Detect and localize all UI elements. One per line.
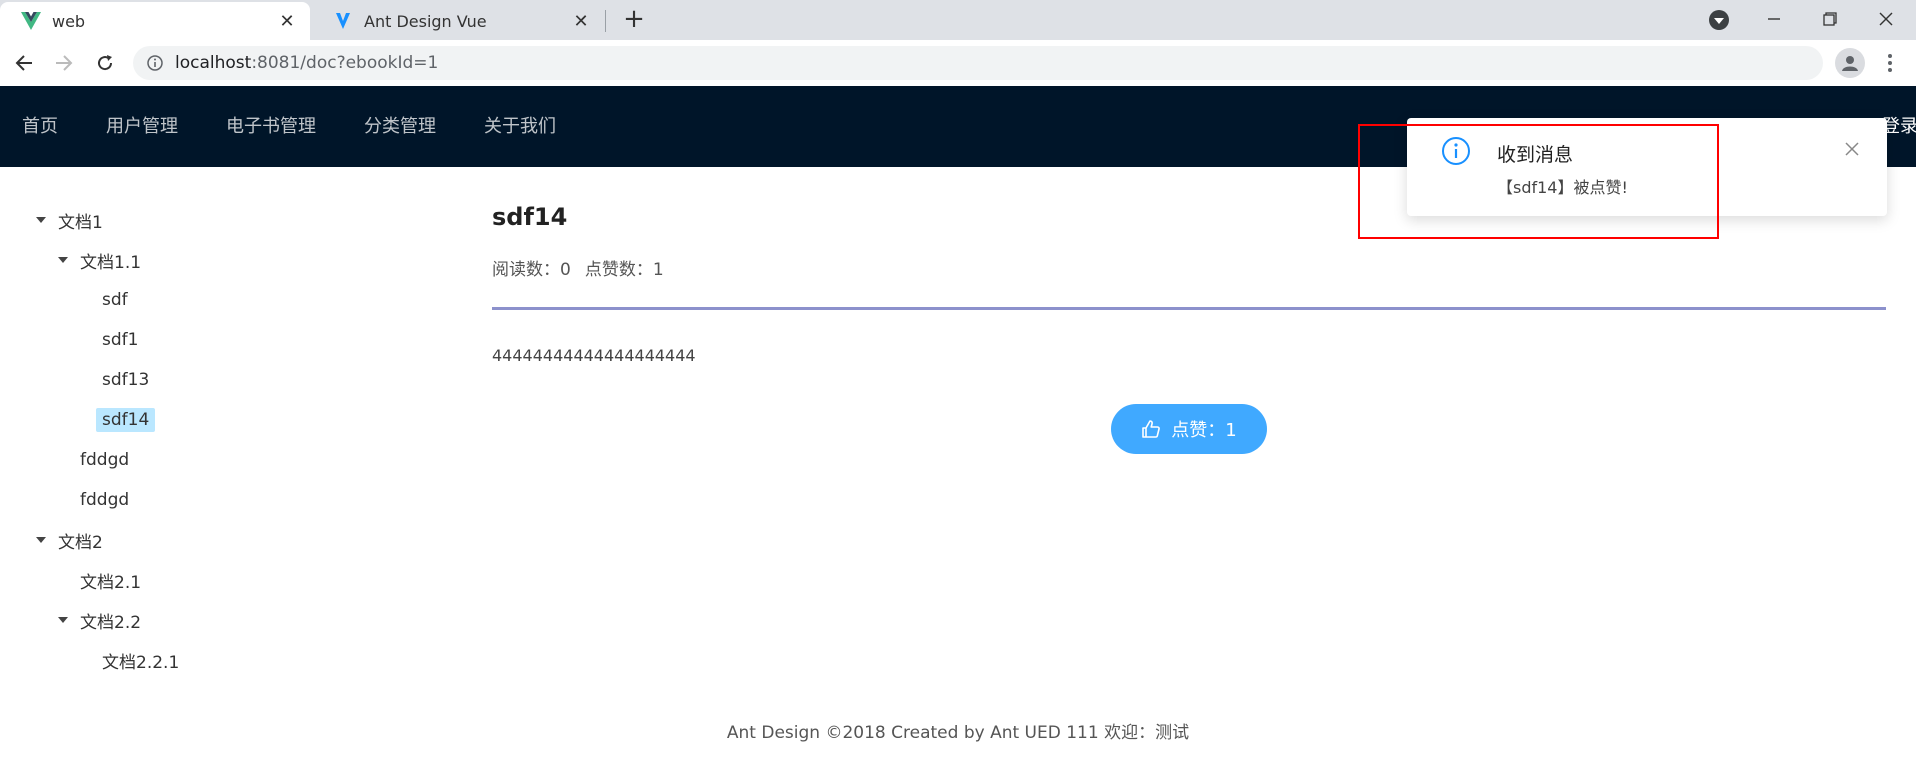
- tree-node[interactable]: 文档2.2: [52, 604, 147, 636]
- browser-menu-icon[interactable]: [1880, 50, 1900, 76]
- tree-node-label[interactable]: 文档1.1: [74, 246, 147, 275]
- url-path: :8081/doc?ebookId=1: [251, 53, 439, 73]
- url-text[interactable]: localhost:8081/doc?ebookId=1: [175, 53, 438, 73]
- address-bar[interactable]: localhost:8081/doc?ebookId=1: [133, 46, 1823, 80]
- login-link[interactable]: 登录: [1882, 86, 1916, 167]
- window-close-icon[interactable]: [1864, 4, 1908, 34]
- doc-divider: [492, 307, 1886, 310]
- account-avatar-icon[interactable]: [1835, 48, 1865, 78]
- tree-node-label[interactable]: fddgd: [74, 448, 135, 472]
- tree-node-label[interactable]: 文档2.1: [74, 566, 147, 595]
- url-host: localhost: [175, 53, 252, 73]
- top-nav-menu: 首页 用户管理 电子书管理 分类管理 关于我们: [0, 86, 580, 167]
- tree-node[interactable]: sdf13: [74, 364, 155, 396]
- tree-node[interactable]: sdf: [74, 284, 134, 316]
- tab-title: Ant Design Vue: [364, 11, 487, 31]
- view-count: 阅读数：0: [492, 260, 571, 280]
- ant-design-logo-icon: [332, 10, 354, 32]
- tree-node-label[interactable]: 文档1: [52, 206, 109, 235]
- tab-close-icon[interactable]: ✕: [570, 10, 592, 32]
- restore-icon[interactable]: [1808, 4, 1852, 34]
- like-button[interactable]: 点赞：1: [1111, 404, 1267, 454]
- tree-node[interactable]: fddgd: [52, 444, 135, 476]
- new-tab-plus-icon[interactable]: +: [620, 6, 648, 34]
- menu-item-home[interactable]: 首页: [0, 86, 82, 167]
- tree-node-label[interactable]: sdf1: [96, 328, 144, 352]
- tree-node-label[interactable]: 文档2.2.1: [96, 646, 185, 675]
- caret-down-icon[interactable]: [30, 524, 52, 556]
- doc-content: 44444444444444444444: [492, 346, 696, 365]
- menu-item-ebooks[interactable]: 电子书管理: [202, 86, 340, 167]
- tree-node-label[interactable]: 文档2: [52, 526, 109, 555]
- tree-node-label[interactable]: sdf14: [96, 408, 156, 432]
- menu-item-users[interactable]: 用户管理: [82, 86, 202, 167]
- tree-node-label[interactable]: sdf13: [96, 368, 155, 392]
- tree-node[interactable]: 文档2: [30, 524, 109, 556]
- like-button-label: 点赞：1: [1171, 420, 1237, 441]
- menu-item-about[interactable]: 关于我们: [460, 86, 580, 167]
- tree-node[interactable]: 文档1.1: [52, 244, 147, 276]
- browser-tab-bar: web ✕ Ant Design Vue ✕ +: [0, 0, 1916, 40]
- tab-separator: [605, 10, 606, 32]
- notification-description: 【sdf14】被点赞!: [1497, 178, 1628, 197]
- doc-stats: 阅读数：0 点赞数：1: [492, 255, 678, 280]
- tree-node-label[interactable]: 文档2.2: [74, 606, 147, 635]
- thumbs-up-icon: [1142, 420, 1161, 438]
- footer: Ant Design ©2018 Created by Ant UED 111 …: [726, 723, 1190, 743]
- tab-title: web: [52, 11, 86, 31]
- notification-popup: 收到消息 【sdf14】被点赞!: [1407, 118, 1887, 216]
- tree-node-label[interactable]: fddgd: [74, 488, 135, 512]
- back-arrow-icon[interactable]: [10, 49, 38, 77]
- caret-down-icon[interactable]: [52, 244, 74, 276]
- tree-node-label[interactable]: sdf: [96, 288, 134, 312]
- notification-title: 收到消息: [1497, 144, 1574, 166]
- reload-icon[interactable]: [91, 49, 119, 77]
- site-info-icon[interactable]: [147, 55, 163, 71]
- caret-down-icon[interactable]: [52, 604, 74, 636]
- browser-toolbar: localhost:8081/doc?ebookId=1: [0, 40, 1916, 86]
- menu-item-categories[interactable]: 分类管理: [340, 86, 460, 167]
- tree-node-selected[interactable]: sdf14: [74, 404, 156, 436]
- tree-node[interactable]: 文档2.2.1: [74, 644, 185, 676]
- info-circle-icon: [1442, 137, 1470, 165]
- tab-web[interactable]: web ✕: [0, 2, 310, 40]
- tab-ant-design-vue[interactable]: Ant Design Vue ✕: [312, 2, 604, 40]
- forward-arrow-icon[interactable]: [50, 49, 78, 77]
- tree-node[interactable]: sdf1: [74, 324, 144, 356]
- tab-close-icon[interactable]: ✕: [276, 10, 298, 32]
- minimize-icon[interactable]: [1752, 4, 1796, 34]
- notification-close-icon[interactable]: [1843, 140, 1861, 158]
- vue-logo-icon: [20, 10, 42, 32]
- caret-down-icon[interactable]: [30, 204, 52, 236]
- doc-title: sdf14: [492, 203, 568, 231]
- browser-profile-menu-icon[interactable]: [1708, 9, 1730, 31]
- tree-node[interactable]: 文档2.1: [52, 564, 147, 596]
- tree-node[interactable]: 文档1: [30, 204, 109, 236]
- tree-node[interactable]: fddgd: [52, 484, 135, 516]
- vote-count: 点赞数：1: [584, 260, 664, 280]
